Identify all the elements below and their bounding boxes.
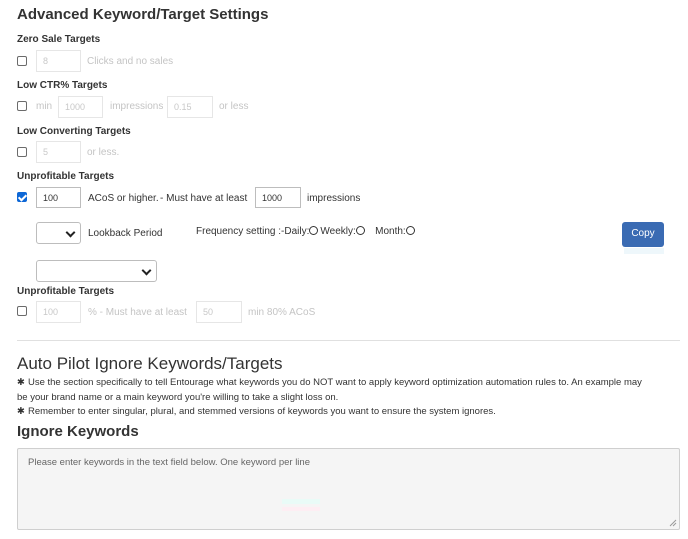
low-ctr-impressions-input[interactable]: 1000 xyxy=(58,96,103,118)
page-title: Advanced Keyword/Target Settings xyxy=(17,6,269,23)
month-label: Month: xyxy=(375,226,406,237)
ignore-keywords-title: Ignore Keywords xyxy=(17,423,139,440)
daily-radio[interactable] xyxy=(309,226,319,235)
month-radio[interactable] xyxy=(405,226,415,235)
unprofitable2-checkbox[interactable] xyxy=(17,306,27,316)
low-ctr-or-less-text: or less xyxy=(219,101,249,112)
unprofitable-checkbox[interactable] xyxy=(17,192,27,202)
copy-button-shadow xyxy=(624,248,664,254)
zero-sale-clicks-text: Clicks and no sales xyxy=(87,56,174,67)
weekly-radio[interactable] xyxy=(355,226,365,235)
unprofitable2-pct-input[interactable]: 100 xyxy=(36,301,81,323)
frequency-label: Frequency setting :- xyxy=(196,226,285,237)
low-ctr-checkbox[interactable] xyxy=(17,101,27,111)
low-ctr-value-input[interactable]: 0.15 xyxy=(167,96,213,118)
low-ctr-min-text: min xyxy=(36,101,53,112)
ignore-keywords-placeholder: Please enter keywords in the text field … xyxy=(28,457,310,468)
zero-sale-label: Zero Sale Targets xyxy=(17,34,101,45)
auto-pilot-note-2: ✱ Remember to enter singular, plural, and… xyxy=(17,406,496,417)
unprofitable-impressions-text: impressions xyxy=(307,193,361,204)
ghost-artifact xyxy=(282,499,320,504)
unprofitable2-min-text: min 80% ACoS xyxy=(248,307,316,318)
low-converting-input[interactable]: 5 xyxy=(36,141,81,163)
unprofitable2-pct-text: % - Must have at least xyxy=(88,307,187,318)
low-converting-checkbox[interactable] xyxy=(17,147,27,157)
weekly-label: Weekly: xyxy=(320,226,356,237)
ignore-keywords-textarea[interactable]: Please enter keywords in the text field … xyxy=(17,448,680,530)
unprofitable2-label: Unprofitable Targets xyxy=(17,286,115,297)
asterisk-icon: ✱ xyxy=(17,377,25,388)
chevron-down-icon xyxy=(65,227,76,238)
resize-grip-icon[interactable] xyxy=(669,519,677,527)
unprofitable-label: Unprofitable Targets xyxy=(17,171,115,182)
unprofitable-acos-text: ACoS or higher. xyxy=(88,193,159,204)
low-ctr-impressions-text: impressions xyxy=(110,101,164,112)
unprofitable2-min-input[interactable]: 50 xyxy=(196,301,242,323)
ghost-artifact xyxy=(282,507,320,511)
frequency-setting: Frequency setting :-Daily: Weekly: Month: xyxy=(196,226,417,237)
low-converting-or-less-text: or less. xyxy=(87,147,120,158)
unprofitable-must-text: - Must have at least xyxy=(160,193,248,204)
daily-label: Daily: xyxy=(284,226,310,237)
auto-pilot-title: Auto Pilot Ignore Keywords/Targets xyxy=(17,354,283,373)
zero-sale-checkbox[interactable] xyxy=(17,56,27,66)
unprofitable-acos-input[interactable]: 100 xyxy=(36,187,81,208)
asterisk-icon: ✱ xyxy=(17,406,25,417)
lookback-select[interactable] xyxy=(36,222,81,244)
auto-pilot-note-1-line-2: be your brand name or a main keyword you… xyxy=(17,392,339,403)
lookback-label: Lookback Period xyxy=(88,228,163,239)
low-converting-label: Low Converting Targets xyxy=(17,126,131,137)
chevron-down-icon xyxy=(141,265,152,276)
copy-button[interactable]: Copy xyxy=(622,222,664,247)
auto-pilot-note-1-line-1: Use the section specifically to tell Ent… xyxy=(27,377,642,388)
auto-pilot-note-1: ✱ Use the section specifically to tell En… xyxy=(17,377,642,388)
target-select[interactable] xyxy=(36,260,157,282)
section-divider xyxy=(17,340,680,341)
low-ctr-label: Low CTR% Targets xyxy=(17,80,108,91)
unprofitable-impressions-input[interactable]: 1000 xyxy=(255,187,301,208)
auto-pilot-note-2-text: Remember to enter singular, plural, and … xyxy=(27,406,496,417)
zero-sale-clicks-input[interactable]: 8 xyxy=(36,50,81,72)
